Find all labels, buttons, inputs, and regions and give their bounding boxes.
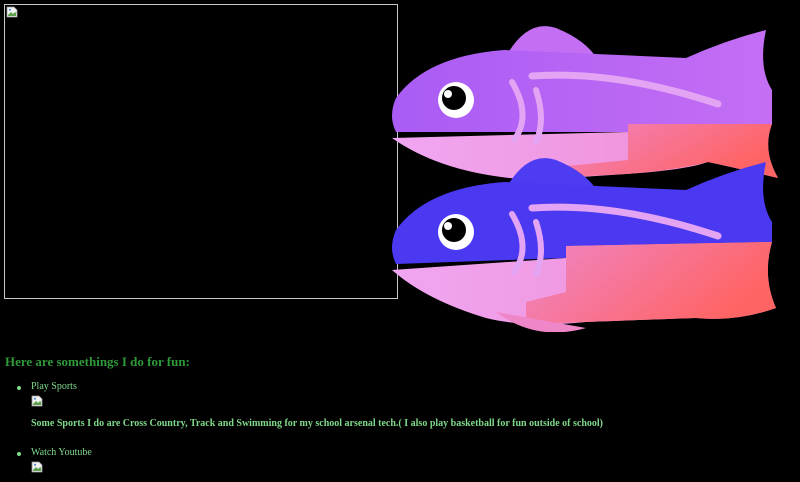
sports-note: Some Sports I do are Cross Country, Trac… bbox=[31, 418, 603, 429]
list-item-watch-youtube: Watch Youtube bbox=[0, 446, 603, 476]
fish-lower bbox=[392, 158, 776, 332]
page: Here are somethings I do for fun: Play S… bbox=[0, 0, 800, 482]
activity-label: Watch Youtube bbox=[31, 447, 92, 458]
list-item-play-sports: Play Sports Some Sports I do are Cross C… bbox=[0, 380, 603, 446]
fish-upper bbox=[392, 26, 778, 180]
broken-image-icon bbox=[6, 6, 18, 18]
fish-logo bbox=[392, 26, 778, 332]
broken-image-icon bbox=[31, 395, 43, 407]
broken-image-icon bbox=[31, 461, 43, 473]
fun-heading: Here are somethings I do for fun: bbox=[5, 354, 190, 369]
activity-list: Play Sports Some Sports I do are Cross C… bbox=[0, 380, 603, 476]
activity-label: Play Sports bbox=[31, 381, 77, 392]
main-image bbox=[4, 4, 398, 299]
